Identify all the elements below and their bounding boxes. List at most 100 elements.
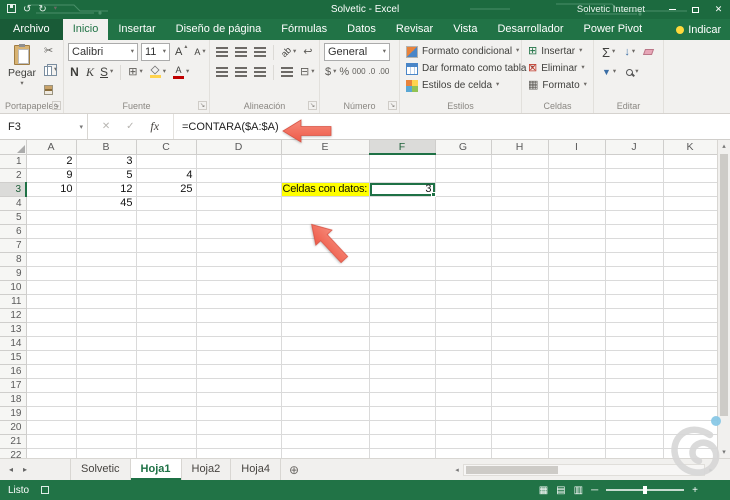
cell-G10[interactable] [435, 280, 492, 295]
cell-B7[interactable] [76, 238, 137, 253]
cell-H11[interactable] [491, 294, 549, 309]
cell-F5[interactable] [369, 210, 436, 225]
cell-G6[interactable] [435, 224, 492, 239]
cell-H15[interactable] [491, 350, 549, 365]
row-header-18[interactable]: 18 [0, 392, 27, 407]
cell-E14[interactable] [281, 336, 370, 351]
formula-input[interactable]: =CONTARA($A:$A) [174, 114, 730, 139]
font-color-button[interactable]: A ▾ [171, 64, 191, 81]
cell-C7[interactable] [136, 238, 197, 253]
cell-F3[interactable]: 3 [369, 182, 436, 197]
cell-B11[interactable] [76, 294, 137, 309]
sheet-tab-solvetic[interactable]: Solvetic [70, 459, 131, 480]
cell-J8[interactable] [605, 252, 664, 267]
row-header-5[interactable]: 5 [0, 210, 27, 225]
cell-H19[interactable] [491, 406, 549, 421]
column-header-G[interactable]: G [435, 140, 492, 155]
cell-J22[interactable] [605, 448, 664, 458]
italic-button[interactable]: K [84, 64, 95, 81]
cell-C8[interactable] [136, 252, 197, 267]
cell-H14[interactable] [491, 336, 549, 351]
column-header-I[interactable]: I [548, 140, 606, 155]
find-select-button[interactable]: ▾ [624, 64, 640, 81]
cell-B8[interactable] [76, 252, 137, 267]
cell-F12[interactable] [369, 308, 436, 323]
cell-G15[interactable] [435, 350, 492, 365]
cell-A16[interactable] [26, 364, 77, 379]
cell-J9[interactable] [605, 266, 664, 281]
tab-power-pivot[interactable]: Power Pivot [573, 19, 652, 40]
row-header-8[interactable]: 8 [0, 252, 27, 267]
cell-A11[interactable] [26, 294, 77, 309]
cell-I14[interactable] [548, 336, 606, 351]
cell-C6[interactable] [136, 224, 197, 239]
cell-B18[interactable] [76, 392, 137, 407]
cell-G5[interactable] [435, 210, 492, 225]
cell-J11[interactable] [605, 294, 664, 309]
cell-I18[interactable] [548, 392, 606, 407]
cell-D9[interactable] [196, 266, 282, 281]
cell-E2[interactable] [281, 168, 370, 183]
cell-B20[interactable] [76, 420, 137, 435]
cell-J21[interactable] [605, 434, 664, 449]
insert-cells-button[interactable]: ⊞ Insertar ▾ [528, 44, 582, 59]
cell-K9[interactable] [663, 266, 717, 281]
cell-F8[interactable] [369, 252, 436, 267]
cell-C12[interactable] [136, 308, 197, 323]
cell-J15[interactable] [605, 350, 664, 365]
cell-C9[interactable] [136, 266, 197, 281]
cell-G11[interactable] [435, 294, 492, 309]
cell-C3[interactable]: 25 [136, 182, 197, 197]
cell-K11[interactable] [663, 294, 717, 309]
cell-A19[interactable] [26, 406, 77, 421]
align-center-button[interactable] [233, 64, 249, 81]
row-header-22[interactable]: 22 [0, 448, 27, 458]
format-painter-button[interactable] [44, 82, 57, 97]
cell-I22[interactable] [548, 448, 606, 458]
tab-vista[interactable]: Vista [443, 19, 487, 40]
account-name[interactable]: Solvetic Internet [577, 4, 645, 15]
fill-color-button[interactable]: ▾ [148, 64, 168, 81]
cell-C20[interactable] [136, 420, 197, 435]
row-header-3[interactable]: 3 [0, 182, 27, 197]
tab-datos[interactable]: Datos [337, 19, 386, 40]
cell-B14[interactable] [76, 336, 137, 351]
zoom-out-button[interactable]: ─ [591, 485, 598, 496]
macro-record-button[interactable] [41, 486, 50, 494]
cell-G8[interactable] [435, 252, 492, 267]
cell-E16[interactable] [281, 364, 370, 379]
cell-F21[interactable] [369, 434, 436, 449]
cell-H6[interactable] [491, 224, 549, 239]
cell-G22[interactable] [435, 448, 492, 458]
cell-G21[interactable] [435, 434, 492, 449]
wrap-text-button[interactable]: ↩ [301, 44, 314, 61]
cell-H1[interactable] [491, 154, 549, 169]
scroll-down-button[interactable]: ▾ [718, 448, 730, 456]
save-button[interactable] [7, 3, 16, 16]
cell-J2[interactable] [605, 168, 664, 183]
font-dialog-launcher[interactable]: ↘ [198, 101, 207, 110]
delete-cells-button[interactable]: ⊠ Eliminar ▾ [528, 61, 585, 76]
cell-E13[interactable] [281, 322, 370, 337]
cell-J17[interactable] [605, 378, 664, 393]
row-header-12[interactable]: 12 [0, 308, 27, 323]
cell-J18[interactable] [605, 392, 664, 407]
cell-A18[interactable] [26, 392, 77, 407]
paste-button[interactable]: Pegar ▾ [4, 43, 40, 101]
cell-B13[interactable] [76, 322, 137, 337]
cell-D15[interactable] [196, 350, 282, 365]
cell-J16[interactable] [605, 364, 664, 379]
row-header-14[interactable]: 14 [0, 336, 27, 351]
cell-F13[interactable] [369, 322, 436, 337]
cell-J20[interactable] [605, 420, 664, 435]
fill-handle[interactable] [430, 191, 436, 197]
cell-C4[interactable] [136, 196, 197, 211]
tab-dise-o-de-p-gina[interactable]: Diseño de página [166, 19, 272, 40]
normal-view-button[interactable]: ▦ [539, 485, 548, 496]
tab-revisar[interactable]: Revisar [386, 19, 443, 40]
decrease-font-size-button[interactable]: A ▾ [192, 44, 207, 61]
select-all-button[interactable] [0, 140, 27, 155]
row-header-21[interactable]: 21 [0, 434, 27, 449]
cell-E11[interactable] [281, 294, 370, 309]
copy-button[interactable]: ▾ [44, 63, 57, 78]
